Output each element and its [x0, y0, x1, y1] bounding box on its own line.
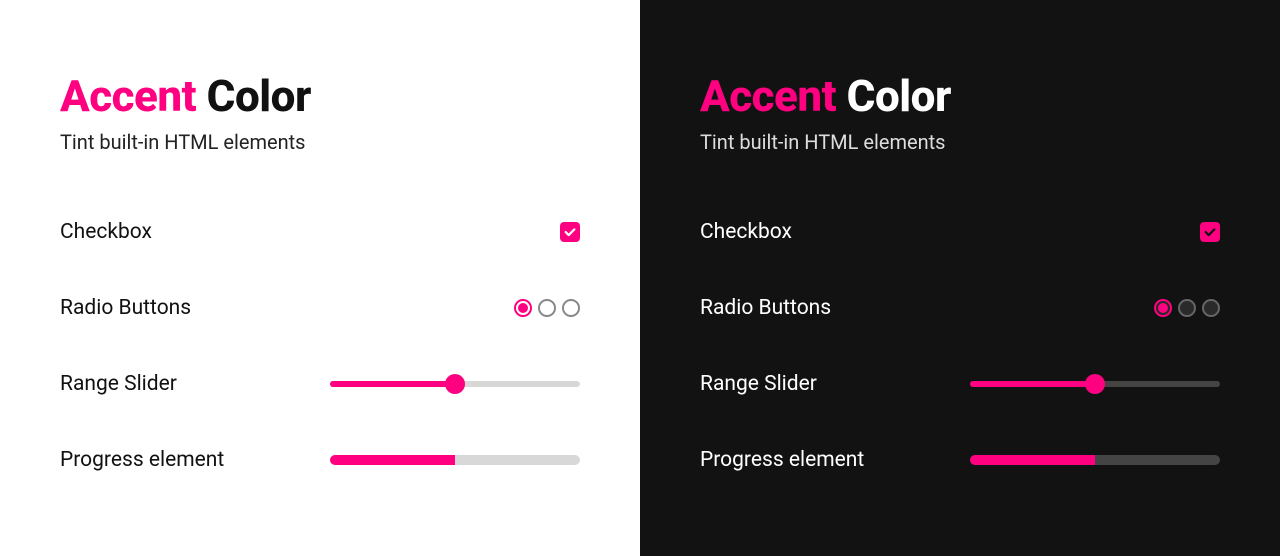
- checkbox-row: Checkbox: [60, 194, 580, 270]
- range-slider[interactable]: [970, 381, 1220, 387]
- range-slider[interactable]: [330, 381, 580, 387]
- progress-row: Progress element: [700, 422, 1220, 498]
- subheading: Tint built-in HTML elements: [60, 130, 580, 154]
- controls-list: Checkbox Radio Buttons Range Slider: [60, 194, 580, 498]
- radio-option-2[interactable]: [1178, 299, 1196, 317]
- radio-option-1[interactable]: [1154, 299, 1172, 317]
- radio-option-2[interactable]: [538, 299, 556, 317]
- progress-bar-fill: [970, 455, 1095, 465]
- radio-option-1[interactable]: [514, 299, 532, 317]
- checkbox-control: [1200, 222, 1220, 242]
- heading-rest-word: Color: [207, 70, 311, 122]
- checkmark-icon: [1203, 225, 1217, 239]
- heading: Accent Color: [60, 70, 580, 122]
- radio-group: [514, 299, 580, 317]
- subheading: Tint built-in HTML elements: [700, 130, 1220, 154]
- progress-label: Progress element: [60, 448, 224, 472]
- checkbox-label: Checkbox: [60, 220, 152, 244]
- range-label: Range Slider: [60, 372, 177, 396]
- range-slider-thumb[interactable]: [1085, 374, 1105, 394]
- checkbox-row: Checkbox: [700, 194, 1220, 270]
- radio-label: Radio Buttons: [700, 296, 831, 320]
- range-slider-fill: [970, 381, 1095, 387]
- progress-bar: [330, 455, 580, 465]
- radio-row: Radio Buttons: [700, 270, 1220, 346]
- range-slider-thumb[interactable]: [445, 374, 465, 394]
- range-row: Range Slider: [700, 346, 1220, 422]
- checkbox-input[interactable]: [1200, 222, 1220, 242]
- dark-panel: Accent Color Tint built-in HTML elements…: [640, 0, 1280, 556]
- range-row: Range Slider: [60, 346, 580, 422]
- progress-control: [330, 455, 580, 465]
- progress-row: Progress element: [60, 422, 580, 498]
- progress-bar: [970, 455, 1220, 465]
- range-slider-fill: [330, 381, 455, 387]
- checkbox-label: Checkbox: [700, 220, 792, 244]
- progress-label: Progress element: [700, 448, 864, 472]
- heading-accent-word: Accent: [700, 70, 836, 122]
- radio-label: Radio Buttons: [60, 296, 191, 320]
- range-label: Range Slider: [700, 372, 817, 396]
- checkmark-icon: [563, 225, 577, 239]
- progress-bar-fill: [330, 455, 455, 465]
- heading-accent-word: Accent: [60, 70, 196, 122]
- radio-group: [1154, 299, 1220, 317]
- range-control: [970, 381, 1220, 387]
- radio-option-3[interactable]: [562, 299, 580, 317]
- radio-row: Radio Buttons: [60, 270, 580, 346]
- controls-list: Checkbox Radio Buttons Range Slider: [700, 194, 1220, 498]
- progress-control: [970, 455, 1220, 465]
- checkbox-input[interactable]: [560, 222, 580, 242]
- checkbox-control: [560, 222, 580, 242]
- heading-rest-word: Color: [847, 70, 951, 122]
- heading: Accent Color: [700, 70, 1220, 122]
- radio-option-3[interactable]: [1202, 299, 1220, 317]
- range-control: [330, 381, 580, 387]
- light-panel: Accent Color Tint built-in HTML elements…: [0, 0, 640, 556]
